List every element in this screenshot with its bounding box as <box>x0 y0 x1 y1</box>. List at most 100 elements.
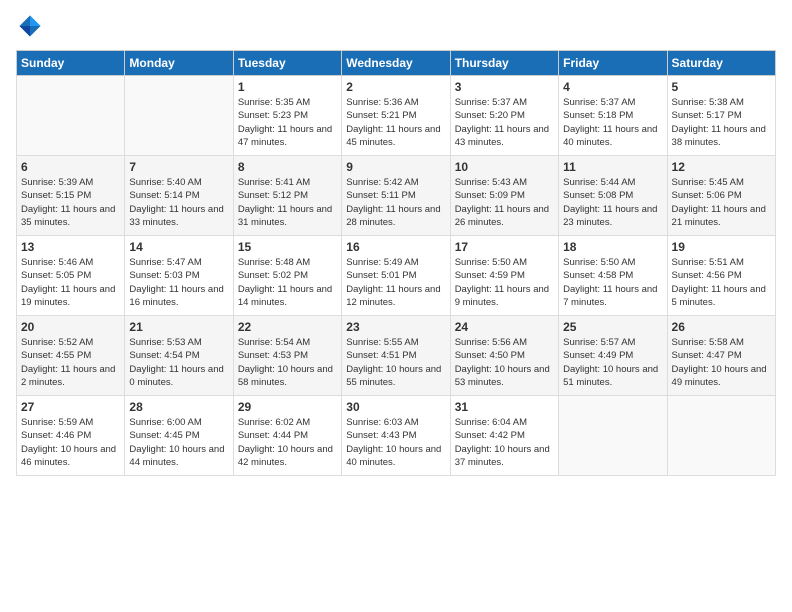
calendar-cell: 12Sunrise: 5:45 AM Sunset: 5:06 PM Dayli… <box>667 156 775 236</box>
day-info: Sunrise: 6:03 AM Sunset: 4:43 PM Dayligh… <box>346 416 445 469</box>
calendar-cell: 10Sunrise: 5:43 AM Sunset: 5:09 PM Dayli… <box>450 156 558 236</box>
day-info: Sunrise: 5:55 AM Sunset: 4:51 PM Dayligh… <box>346 336 445 389</box>
day-info: Sunrise: 5:50 AM Sunset: 4:58 PM Dayligh… <box>563 256 662 309</box>
day-info: Sunrise: 6:04 AM Sunset: 4:42 PM Dayligh… <box>455 416 554 469</box>
day-info: Sunrise: 5:44 AM Sunset: 5:08 PM Dayligh… <box>563 176 662 229</box>
calendar-cell: 11Sunrise: 5:44 AM Sunset: 5:08 PM Dayli… <box>559 156 667 236</box>
day-info: Sunrise: 5:36 AM Sunset: 5:21 PM Dayligh… <box>346 96 445 149</box>
header <box>16 16 776 40</box>
day-number: 24 <box>455 320 554 334</box>
day-number: 29 <box>238 400 337 414</box>
calendar-cell: 17 Sunrise: 5:50 AM Sunset: 4:59 PM Dayli… <box>450 236 558 316</box>
day-info: Sunrise: 5:47 AM Sunset: 5:03 PM Dayligh… <box>129 256 228 309</box>
calendar-week-2: 13 Sunrise: 5:46 AM Sunset: 5:05 PM Dayli… <box>17 236 776 316</box>
day-number: 27 <box>21 400 120 414</box>
day-info: Sunrise: 5:37 AM Sunset: 5:20 PM Dayligh… <box>455 96 554 149</box>
day-info: Sunrise: 5:49 AM Sunset: 5:01 PM Dayligh… <box>346 256 445 309</box>
day-number: 25 <box>563 320 662 334</box>
day-number: 14 <box>129 240 228 254</box>
day-info: Sunrise: 5:51 AM Sunset: 4:56 PM Dayligh… <box>672 256 771 309</box>
day-info: Sunrise: 5:59 AM Sunset: 4:46 PM Dayligh… <box>21 416 120 469</box>
day-info: Sunrise: 5:54 AM Sunset: 4:53 PM Dayligh… <box>238 336 337 389</box>
day-number: 2 <box>346 80 445 94</box>
day-number: 22 <box>238 320 337 334</box>
calendar-cell: 19 Sunrise: 5:51 AM Sunset: 4:56 PM Dayli… <box>667 236 775 316</box>
calendar-cell: 7Sunrise: 5:40 AM Sunset: 5:14 PM Daylig… <box>125 156 233 236</box>
day-number: 16 <box>346 240 445 254</box>
calendar-cell: 18Sunrise: 5:50 AM Sunset: 4:58 PM Dayli… <box>559 236 667 316</box>
day-of-week-friday: Friday <box>559 51 667 76</box>
calendar-cell: 3Sunrise: 5:37 AM Sunset: 5:20 PM Daylig… <box>450 76 558 156</box>
day-info: Sunrise: 5:38 AM Sunset: 5:17 PM Dayligh… <box>672 96 771 149</box>
day-number: 5 <box>672 80 771 94</box>
calendar-cell: 15 Sunrise: 5:48 AM Sunset: 5:02 PM Dayli… <box>233 236 341 316</box>
calendar-cell: 26 Sunrise: 5:58 AM Sunset: 4:47 PM Dayli… <box>667 316 775 396</box>
calendar-cell: 13 Sunrise: 5:46 AM Sunset: 5:05 PM Dayli… <box>17 236 125 316</box>
calendar-week-1: 6Sunrise: 5:39 AM Sunset: 5:15 PM Daylig… <box>17 156 776 236</box>
day-info: Sunrise: 5:39 AM Sunset: 5:15 PM Dayligh… <box>21 176 120 229</box>
page: SundayMondayTuesdayWednesdayThursdayFrid… <box>0 0 792 486</box>
calendar-cell <box>559 396 667 476</box>
day-info: Sunrise: 5:52 AM Sunset: 4:55 PM Dayligh… <box>21 336 120 389</box>
logo <box>16 16 46 40</box>
day-number: 23 <box>346 320 445 334</box>
calendar-cell: 9 Sunrise: 5:42 AM Sunset: 5:11 PM Daylig… <box>342 156 450 236</box>
calendar-table: SundayMondayTuesdayWednesdayThursdayFrid… <box>16 50 776 476</box>
day-info: Sunrise: 5:57 AM Sunset: 4:49 PM Dayligh… <box>563 336 662 389</box>
calendar-week-0: 1 Sunrise: 5:35 AM Sunset: 5:23 PM Daylig… <box>17 76 776 156</box>
day-info: Sunrise: 5:53 AM Sunset: 4:54 PM Dayligh… <box>129 336 228 389</box>
calendar-cell: 16 Sunrise: 5:49 AM Sunset: 5:01 PM Dayli… <box>342 236 450 316</box>
day-number: 13 <box>21 240 120 254</box>
day-info: Sunrise: 5:58 AM Sunset: 4:47 PM Dayligh… <box>672 336 771 389</box>
day-number: 9 <box>346 160 445 174</box>
day-number: 21 <box>129 320 228 334</box>
calendar-week-3: 20 Sunrise: 5:52 AM Sunset: 4:55 PM Dayli… <box>17 316 776 396</box>
calendar-cell: 6Sunrise: 5:39 AM Sunset: 5:15 PM Daylig… <box>17 156 125 236</box>
calendar-cell: 27 Sunrise: 5:59 AM Sunset: 4:46 PM Dayli… <box>17 396 125 476</box>
calendar-cell: 31 Sunrise: 6:04 AM Sunset: 4:42 PM Dayli… <box>450 396 558 476</box>
calendar-cell <box>667 396 775 476</box>
day-of-week-sunday: Sunday <box>17 51 125 76</box>
day-info: Sunrise: 5:46 AM Sunset: 5:05 PM Dayligh… <box>21 256 120 309</box>
day-info: Sunrise: 5:42 AM Sunset: 5:11 PM Dayligh… <box>346 176 445 229</box>
calendar-cell: 25 Sunrise: 5:57 AM Sunset: 4:49 PM Dayli… <box>559 316 667 396</box>
day-number: 1 <box>238 80 337 94</box>
day-info: Sunrise: 5:48 AM Sunset: 5:02 PM Dayligh… <box>238 256 337 309</box>
day-info: Sunrise: 5:41 AM Sunset: 5:12 PM Dayligh… <box>238 176 337 229</box>
day-number: 7 <box>129 160 228 174</box>
calendar-cell: 1 Sunrise: 5:35 AM Sunset: 5:23 PM Daylig… <box>233 76 341 156</box>
day-number: 10 <box>455 160 554 174</box>
day-number: 4 <box>563 80 662 94</box>
day-number: 31 <box>455 400 554 414</box>
day-info: Sunrise: 5:56 AM Sunset: 4:50 PM Dayligh… <box>455 336 554 389</box>
day-number: 19 <box>672 240 771 254</box>
calendar-cell: 20 Sunrise: 5:52 AM Sunset: 4:55 PM Dayli… <box>17 316 125 396</box>
day-info: Sunrise: 5:50 AM Sunset: 4:59 PM Dayligh… <box>455 256 554 309</box>
day-of-week-thursday: Thursday <box>450 51 558 76</box>
calendar-cell <box>17 76 125 156</box>
day-number: 26 <box>672 320 771 334</box>
day-info: Sunrise: 5:35 AM Sunset: 5:23 PM Dayligh… <box>238 96 337 149</box>
calendar-cell: 4Sunrise: 5:37 AM Sunset: 5:18 PM Daylig… <box>559 76 667 156</box>
day-number: 12 <box>672 160 771 174</box>
day-number: 15 <box>238 240 337 254</box>
day-of-week-monday: Monday <box>125 51 233 76</box>
calendar-cell <box>125 76 233 156</box>
day-of-week-saturday: Saturday <box>667 51 775 76</box>
calendar-cell: 8 Sunrise: 5:41 AM Sunset: 5:12 PM Daylig… <box>233 156 341 236</box>
day-info: Sunrise: 6:02 AM Sunset: 4:44 PM Dayligh… <box>238 416 337 469</box>
logo-icon <box>16 12 44 40</box>
day-of-week-tuesday: Tuesday <box>233 51 341 76</box>
calendar-cell: 5 Sunrise: 5:38 AM Sunset: 5:17 PM Daylig… <box>667 76 775 156</box>
calendar-cell: 29 Sunrise: 6:02 AM Sunset: 4:44 PM Dayli… <box>233 396 341 476</box>
calendar-cell: 2 Sunrise: 5:36 AM Sunset: 5:21 PM Daylig… <box>342 76 450 156</box>
day-number: 17 <box>455 240 554 254</box>
calendar-cell: 14 Sunrise: 5:47 AM Sunset: 5:03 PM Dayli… <box>125 236 233 316</box>
day-number: 20 <box>21 320 120 334</box>
calendar-cell: 28 Sunrise: 6:00 AM Sunset: 4:45 PM Dayli… <box>125 396 233 476</box>
day-info: Sunrise: 6:00 AM Sunset: 4:45 PM Dayligh… <box>129 416 228 469</box>
day-of-week-wednesday: Wednesday <box>342 51 450 76</box>
day-number: 28 <box>129 400 228 414</box>
calendar-cell: 22 Sunrise: 5:54 AM Sunset: 4:53 PM Dayli… <box>233 316 341 396</box>
day-number: 8 <box>238 160 337 174</box>
